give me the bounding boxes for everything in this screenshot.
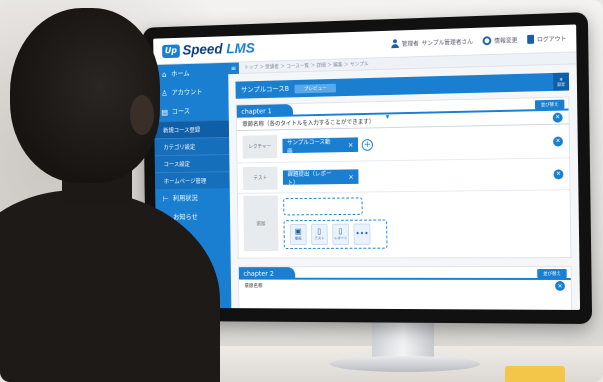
monitor: Up Speed LMS 管理者 サンプル管理者さん 情報変更 ログアウト ⌂ … <box>143 12 593 324</box>
course-preview-tag[interactable]: プレビュー <box>295 83 337 93</box>
sidebar-item-home[interactable]: ⌂ ホーム <box>154 63 229 84</box>
sidebar-item-course[interactable]: ▤ コース <box>154 101 229 122</box>
document-icon: ▯ <box>317 227 321 235</box>
logout-label: ログアウト <box>537 34 567 44</box>
close-icon[interactable]: ✕ <box>553 136 563 146</box>
logo-mark: Up <box>162 44 180 58</box>
course-settings-label: 設定 <box>557 81 565 87</box>
menu-toggle-icon[interactable]: ≡ <box>228 62 239 74</box>
tool-label: レポート <box>334 236 347 241</box>
course-settings-button[interactable]: ✲ 設定 <box>553 73 569 91</box>
test-row-label: テスト <box>243 166 278 189</box>
chapter-1-card: chapter 1 並び替え 章節名称（各のタイトルを入力することができます） … <box>236 96 572 258</box>
lecture-item[interactable]: サンプルコース動画 × <box>282 137 358 153</box>
sidebar-subitem-course-settings[interactable]: コース設定 <box>155 154 230 172</box>
user-name: サンプル管理者さん <box>422 37 473 47</box>
add-row: 追加 ▣ 動画 ▯ テスト ▯ レポート ••• <box>238 190 570 253</box>
chapter-2-sort-button[interactable]: 並び替え <box>537 269 567 278</box>
close-icon[interactable]: ✕ <box>553 169 563 179</box>
photo-backdrop: Up Speed LMS 管理者 サンプル管理者さん 情報変更 ログアウト ⌂ … <box>0 0 603 382</box>
sidebar-item-notice[interactable]: ◎ お知らせ <box>155 207 230 226</box>
person-icon: ♙ <box>161 89 168 98</box>
sidebar-item-label: ホーム <box>171 69 190 79</box>
chapter-2-tab: chapter 2 <box>239 267 295 279</box>
add-test-button[interactable]: ▯ テスト <box>311 223 328 244</box>
lecture-row: レクチャー サンプルコース動画 × + ✕ <box>237 124 569 163</box>
chapter-2-card: chapter 2 並び替え 章節名称 ✕ <box>238 266 572 310</box>
logo-suffix: LMS <box>226 40 255 57</box>
add-tools: ▣ 動画 ▯ テスト ▯ レポート ••• <box>284 219 388 249</box>
close-icon[interactable]: ✕ <box>553 112 563 122</box>
more-button[interactable]: ••• <box>353 223 370 244</box>
add-area: ▣ 動画 ▯ テスト ▯ レポート ••• <box>283 197 387 249</box>
user-role: 管理者 <box>402 39 419 48</box>
sidebar-item-label: コース <box>172 106 190 116</box>
more-icon: ••• <box>355 230 368 238</box>
chapter-2-title: 章節名称 <box>244 282 262 289</box>
report-icon: ▯ <box>339 227 343 235</box>
usage-icon: ⊢ <box>162 194 169 203</box>
sidebar: ⌂ ホーム ♙ アカウント ▤ コース 新規コース登録 カテゴリ設定 コース設定… <box>154 63 232 308</box>
sidebar-subitem-homepage[interactable]: ホームページ管理 <box>155 171 230 189</box>
home-icon: ⌂ <box>161 70 168 79</box>
sidebar-item-account[interactable]: ♙ アカウント <box>154 82 229 103</box>
test-item[interactable]: 課題提出（レポート） × <box>283 169 359 184</box>
lecture-item-label: サンプルコース動画 <box>287 136 335 154</box>
top-right-menu: 管理者 サンプル管理者さん 情報変更 ログアウト <box>391 34 566 48</box>
user-menu[interactable]: 管理者 サンプル管理者さん <box>391 37 473 48</box>
chapter-2-header: chapter 2 並び替え <box>239 267 571 280</box>
sidebar-subitem-category[interactable]: カテゴリ設定 <box>155 137 230 155</box>
remove-icon[interactable]: × <box>348 141 354 149</box>
add-video-button[interactable]: ▣ 動画 <box>290 223 307 244</box>
sidebar-subitem-label: コース設定 <box>164 159 190 168</box>
logout-icon <box>527 35 534 44</box>
gear-icon <box>483 36 492 45</box>
new-item-dropzone[interactable] <box>283 197 362 215</box>
course-icon: ▤ <box>161 107 168 116</box>
chapter-1-sort-button[interactable]: 並び替え <box>535 100 565 110</box>
test-row: テスト 課題提出（レポート） × ✕ <box>237 158 569 194</box>
settings-link[interactable]: 情報変更 <box>483 35 518 45</box>
tool-label: テスト <box>315 236 325 241</box>
add-row-label: 追加 <box>243 195 278 251</box>
user-icon <box>391 39 399 48</box>
breadcrumb[interactable]: トップ ＞ 受講者 ＞ コース一覧 ＞ 詳細 ＞ 編集 ＞ サンプル <box>244 61 368 71</box>
video-icon: ▣ <box>295 227 302 235</box>
sidebar-item-usage[interactable]: ⊢ 利用状況 <box>155 188 230 208</box>
course-title: サンプルコースB <box>241 84 289 95</box>
tool-label: 動画 <box>295 236 301 241</box>
sidebar-item-label: アカウント <box>171 87 202 97</box>
logo-name: Speed <box>182 41 222 58</box>
monitor-base <box>330 356 480 372</box>
sidebar-subitem-label: カテゴリ設定 <box>163 142 195 151</box>
logo-text: Speed LMS <box>182 40 255 58</box>
test-item-label: 課題提出（レポート） <box>287 168 335 186</box>
course-header: サンプルコースB プレビュー ✲ 設定 <box>236 73 570 99</box>
close-icon[interactable]: ✕ <box>555 281 565 291</box>
chapter-1-title: 章節名称（各のタイトルを入力することができます） <box>242 117 374 128</box>
notice-icon: ◎ <box>163 213 170 222</box>
main-content: ≡ トップ ＞ 受講者 ＞ コース一覧 ＞ 詳細 ＞ 編集 ＞ サンプル サンプ… <box>228 52 580 310</box>
sidebar-item-label: お知らせ <box>173 212 198 222</box>
logout-link[interactable]: ログアウト <box>527 34 566 44</box>
down-arrow-icon: ▼ <box>386 114 390 120</box>
desk-object <box>505 366 565 382</box>
sidebar-subitem-label: 新規コース登録 <box>163 125 200 134</box>
lms-screen: Up Speed LMS 管理者 サンプル管理者さん 情報変更 ログアウト ⌂ … <box>153 24 580 310</box>
sidebar-item-label: 利用状況 <box>173 193 198 203</box>
add-report-button[interactable]: ▯ レポート <box>332 223 349 244</box>
sidebar-subitem-label: ホームページ管理 <box>164 176 206 185</box>
chapter-2-title-row[interactable]: 章節名称 ✕ <box>239 280 571 292</box>
settings-label: 情報変更 <box>494 35 517 45</box>
logo[interactable]: Up Speed LMS <box>162 40 255 59</box>
add-icon[interactable]: + <box>362 139 373 151</box>
remove-icon[interactable]: × <box>348 173 354 181</box>
lecture-row-label: レクチャー <box>243 135 278 159</box>
sidebar-subitem-new-course[interactable]: 新規コース登録 <box>154 120 229 139</box>
